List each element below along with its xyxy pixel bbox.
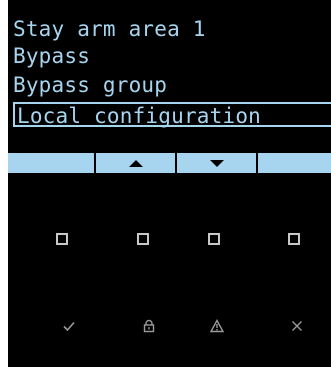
function-key-2[interactable] — [137, 233, 149, 245]
softkey-up[interactable] — [96, 153, 175, 173]
menu-item-local-configuration[interactable]: Local configuration — [13, 102, 331, 128]
softkey-down[interactable] — [177, 153, 256, 173]
function-key-3[interactable] — [208, 233, 220, 245]
check-icon — [63, 321, 75, 332]
menu-item-stay-arm-area-1[interactable]: Stay arm area 1 — [13, 16, 206, 42]
function-key-1[interactable] — [56, 233, 68, 245]
cancel-button[interactable] — [285, 314, 309, 338]
lcd-display: Stay arm area 1 Bypass Bypass group Loca… — [8, 16, 331, 144]
menu-item-bypass[interactable]: Bypass — [13, 43, 90, 69]
arm-button[interactable] — [137, 314, 161, 338]
alarm-button[interactable] — [205, 314, 229, 338]
lock-icon — [143, 319, 155, 333]
down-arrow-icon — [209, 159, 224, 167]
up-arrow-icon — [128, 159, 143, 167]
keypad-device: Stay arm area 1 Bypass Bypass group Loca… — [8, 0, 331, 367]
function-key-4[interactable] — [288, 233, 300, 245]
close-icon — [292, 321, 302, 331]
softkey-1[interactable] — [8, 153, 94, 173]
confirm-button[interactable] — [57, 314, 81, 338]
menu-item-bypass-group[interactable]: Bypass group — [13, 72, 167, 98]
softkey-4[interactable] — [258, 153, 331, 173]
warning-icon — [210, 319, 224, 333]
softkey-bar — [8, 153, 331, 173]
